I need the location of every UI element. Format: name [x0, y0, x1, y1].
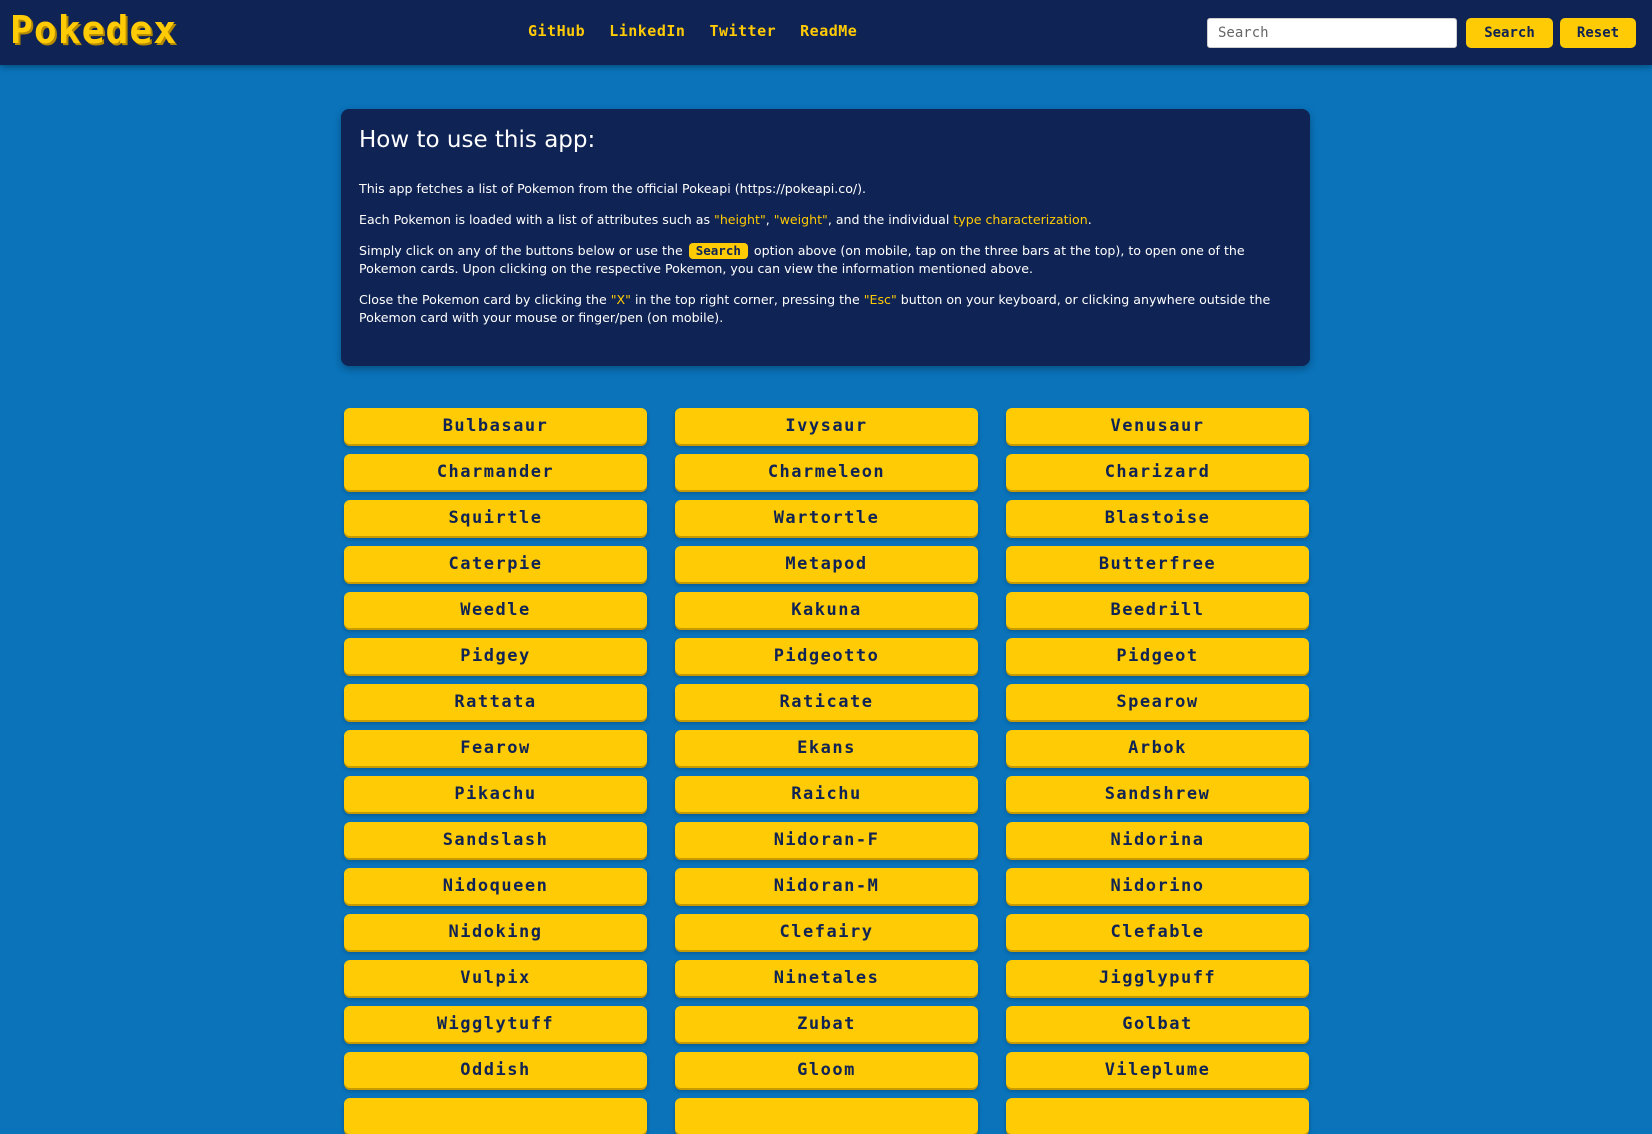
pokemon-button[interactable]: Ivysaur [675, 408, 978, 444]
pokemon-button[interactable]: Squirtle [344, 500, 647, 536]
pokemon-button[interactable]: Pidgeot [1006, 638, 1309, 674]
pokemon-button[interactable] [344, 1098, 647, 1134]
pokemon-button[interactable]: Metapod [675, 546, 978, 582]
pokemon-button[interactable]: Clefairy [675, 914, 978, 950]
navbar: Pokedex GitHub LinkedIn Twitter ReadMe S… [0, 0, 1652, 65]
instructions-title: How to use this app: [359, 127, 596, 153]
pokemon-button[interactable]: Wigglytuff [344, 1006, 647, 1042]
pokemon-button[interactable] [1006, 1098, 1309, 1134]
highlight-type: type characterization [953, 212, 1088, 227]
text: in the top right corner, pressing the [630, 292, 864, 307]
pokemon-button[interactable]: Nidoking [344, 914, 647, 950]
pokemon-button[interactable]: Oddish [344, 1052, 647, 1088]
pokemon-button[interactable]: Ekans [675, 730, 978, 766]
highlight-weight: "weight" [773, 212, 828, 227]
pokemon-button[interactable]: Wartortle [675, 500, 978, 536]
pokemon-button[interactable]: Kakuna [675, 592, 978, 628]
highlight-height: "height" [714, 212, 766, 227]
pokemon-button[interactable]: Sandslash [344, 822, 647, 858]
nav-links: GitHub LinkedIn Twitter ReadMe [528, 22, 857, 40]
nav-link-twitter[interactable]: Twitter [709, 22, 776, 40]
search-button[interactable]: Search [1466, 18, 1553, 48]
instructions-paragraph-4: Close the Pokemon card by clicking the "… [359, 291, 1292, 327]
pokemon-button[interactable]: Charmeleon [675, 454, 978, 490]
nav-link-linkedin[interactable]: LinkedIn [609, 22, 685, 40]
pokemon-button[interactable]: Charizard [1006, 454, 1309, 490]
pokemon-button[interactable]: Nidorina [1006, 822, 1309, 858]
pokemon-button[interactable]: Venusaur [1006, 408, 1309, 444]
pokemon-button[interactable]: Bulbasaur [344, 408, 647, 444]
nav-link-readme[interactable]: ReadMe [800, 22, 857, 40]
nav-link-github[interactable]: GitHub [528, 22, 585, 40]
text: , and the individual [827, 212, 954, 227]
pokemon-button[interactable] [675, 1098, 978, 1134]
pokemon-button[interactable]: Zubat [675, 1006, 978, 1042]
highlight-x: "X" [610, 292, 631, 307]
pokemon-button[interactable]: Nidorino [1006, 868, 1309, 904]
pokemon-button[interactable]: Golbat [1006, 1006, 1309, 1042]
pokemon-button[interactable]: Gloom [675, 1052, 978, 1088]
search-badge: Search [688, 243, 748, 259]
highlight-esc: "Esc" [863, 292, 897, 307]
pokemon-button[interactable]: Raichu [675, 776, 978, 812]
pokemon-button[interactable]: Weedle [344, 592, 647, 628]
pokemon-button[interactable]: Caterpie [344, 546, 647, 582]
pokemon-button[interactable]: Pikachu [344, 776, 647, 812]
pokemon-button[interactable]: Jigglypuff [1006, 960, 1309, 996]
pokemon-button[interactable]: Spearow [1006, 684, 1309, 720]
pokemon-button[interactable]: Beedrill [1006, 592, 1309, 628]
text: . [1087, 212, 1092, 227]
reset-button[interactable]: Reset [1560, 18, 1636, 48]
text: Close the Pokemon card by clicking the [359, 292, 611, 307]
pokemon-button[interactable]: Nidoran-M [675, 868, 978, 904]
pokemon-button[interactable]: Butterfree [1006, 546, 1309, 582]
brand-logo[interactable]: Pokedex [10, 8, 177, 52]
pokemon-list: Bulbasaur Ivysaur Venusaur Charmander Ch… [344, 408, 1311, 1134]
pokemon-button[interactable]: Arbok [1006, 730, 1309, 766]
instructions-paragraph-3: Simply click on any of the buttons below… [359, 242, 1292, 278]
text: Each Pokemon is loaded with a list of at… [359, 212, 715, 227]
instructions-panel: How to use this app: This app fetches a … [341, 109, 1310, 366]
pokemon-button[interactable]: Blastoise [1006, 500, 1309, 536]
pokemon-button[interactable]: Rattata [344, 684, 647, 720]
pokemon-button[interactable]: Raticate [675, 684, 978, 720]
text: , [765, 212, 774, 227]
pokemon-button[interactable]: Sandshrew [1006, 776, 1309, 812]
pokemon-button[interactable]: Vileplume [1006, 1052, 1309, 1088]
pokemon-button[interactable]: Nidoran-F [675, 822, 978, 858]
pokemon-button[interactable]: Pidgeotto [675, 638, 978, 674]
pokemon-button[interactable]: Pidgey [344, 638, 647, 674]
pokemon-button[interactable]: Clefable [1006, 914, 1309, 950]
pokemon-button[interactable]: Ninetales [675, 960, 978, 996]
pokemon-button[interactable]: Fearow [344, 730, 647, 766]
search-input[interactable] [1207, 18, 1457, 48]
pokemon-button[interactable]: Charmander [344, 454, 647, 490]
instructions-paragraph-2: Each Pokemon is loaded with a list of at… [359, 211, 1292, 229]
text: Simply click on any of the buttons below… [359, 243, 687, 258]
pokemon-button[interactable]: Vulpix [344, 960, 647, 996]
instructions-paragraph-1: This app fetches a list of Pokemon from … [359, 181, 867, 196]
pokemon-button[interactable]: Nidoqueen [344, 868, 647, 904]
